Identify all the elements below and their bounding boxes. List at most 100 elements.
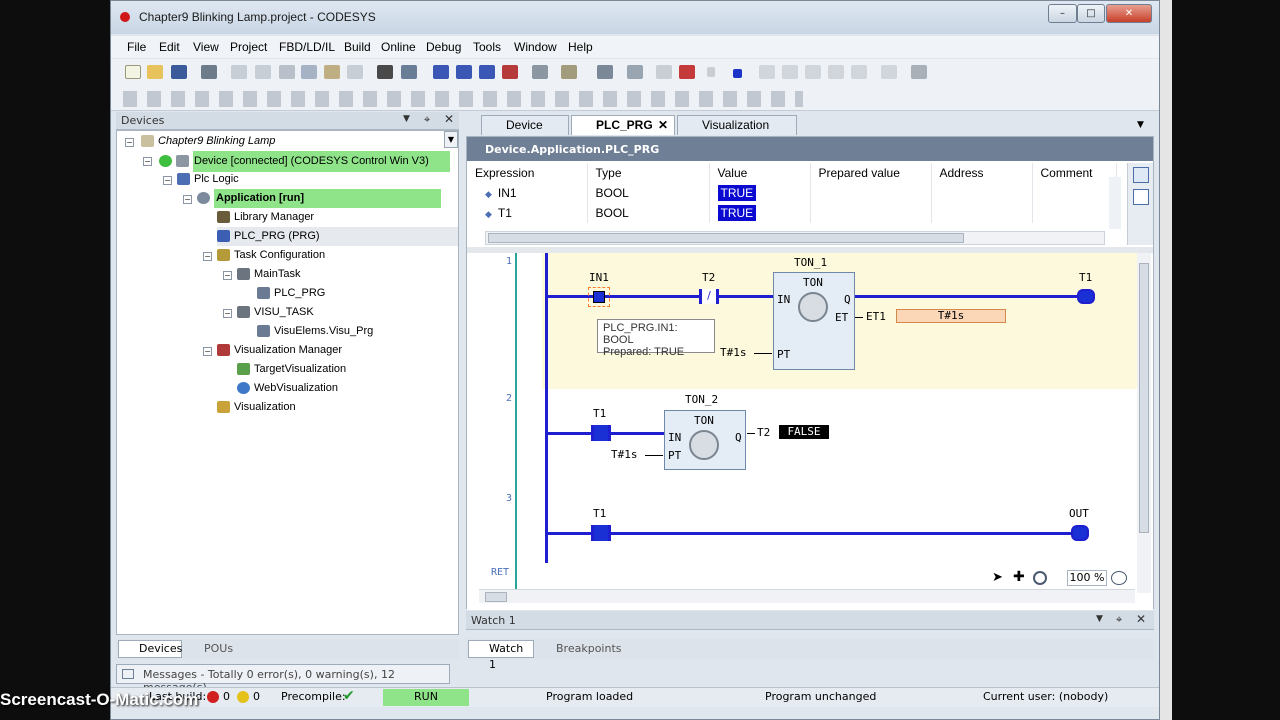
tree-item-visu-task[interactable]: VISU_TASK xyxy=(237,303,314,322)
table-view-icon[interactable] xyxy=(1133,189,1149,205)
close-button[interactable]: ✕ xyxy=(1106,4,1152,23)
start-icon[interactable] xyxy=(707,67,715,77)
menu-fbd-ld-il[interactable]: FBD/LD/IL xyxy=(279,40,335,54)
pointer-tool-icon[interactable]: ➤ xyxy=(992,571,1006,585)
collapse-toggle[interactable]: − xyxy=(203,252,212,261)
messages-bar[interactable]: Messages - Totally 0 error(s), 0 warning… xyxy=(116,664,450,694)
step-out-icon[interactable] xyxy=(805,65,821,79)
tab-devices[interactable]: Devices xyxy=(118,640,182,658)
logout-icon[interactable] xyxy=(679,65,695,79)
ton1-block[interactable]: TON IN Q ET PT xyxy=(773,272,855,370)
cut-icon[interactable] xyxy=(279,65,295,79)
copy-icon[interactable] xyxy=(301,65,317,79)
col-address[interactable]: Address xyxy=(931,163,1033,183)
step-into-icon[interactable] xyxy=(782,65,798,79)
build-icon[interactable] xyxy=(561,65,577,79)
coil-out[interactable] xyxy=(1071,525,1089,541)
contact-t2[interactable]: / xyxy=(699,289,719,304)
minimize-button[interactable]: – xyxy=(1048,4,1077,23)
tree-item-application[interactable]: Application [run] xyxy=(197,189,441,208)
collapse-toggle[interactable]: − xyxy=(163,176,172,185)
write-values-icon[interactable] xyxy=(911,65,927,79)
collapse-toggle[interactable]: − xyxy=(183,195,192,204)
run-to-cursor-icon[interactable] xyxy=(828,65,844,79)
close-panel-icon[interactable]: ✕ xyxy=(444,112,454,126)
tree-item-project[interactable]: Chapter9 Blinking Lamp xyxy=(141,132,275,151)
stop-icon[interactable] xyxy=(733,69,742,78)
dropdown-arrow-icon[interactable]: ▼ xyxy=(403,114,410,124)
maximize-button[interactable]: □ xyxy=(1077,4,1105,23)
table-row[interactable]: ◆ IN1 BOOL TRUE xyxy=(467,183,1117,203)
tree-item-maintask[interactable]: MainTask xyxy=(237,265,300,284)
col-value[interactable]: Value xyxy=(709,163,811,183)
tree-item-target-visualization[interactable]: TargetVisualization xyxy=(237,360,346,379)
zoom-dropdown-icon[interactable] xyxy=(1111,571,1127,585)
dropdown-arrow-icon[interactable]: ▼ xyxy=(1096,614,1103,624)
menu-help[interactable]: Help xyxy=(568,40,593,54)
open-folder-icon[interactable] xyxy=(147,65,163,79)
save-icon[interactable] xyxy=(171,65,187,79)
tree-item-maintask-plc-prg[interactable]: PLC_PRG xyxy=(257,284,325,303)
tree-item-visualization[interactable]: Visualization xyxy=(217,398,296,417)
col-comment[interactable]: Comment xyxy=(1032,163,1117,183)
tree-item-web-visualization[interactable]: WebVisualization xyxy=(237,379,338,398)
tree-item-plc-logic[interactable]: Plc Logic xyxy=(177,170,239,189)
zoom-level[interactable]: 100 % xyxy=(1067,570,1107,586)
window-icon[interactable] xyxy=(532,65,548,79)
pin-icon[interactable]: ⌖ xyxy=(424,113,430,127)
menu-online[interactable]: Online xyxy=(381,40,416,54)
collapse-toggle[interactable]: − xyxy=(223,309,232,318)
paste-icon[interactable] xyxy=(324,65,340,79)
tree-item-plc-prg[interactable]: PLC_PRG (PRG) xyxy=(217,227,458,246)
watch-scroll-thumb[interactable] xyxy=(488,233,964,243)
tree-item-task-configuration[interactable]: Task Configuration xyxy=(217,246,325,265)
device-icon[interactable] xyxy=(597,65,613,79)
redo-icon[interactable] xyxy=(255,65,271,79)
undo-icon[interactable] xyxy=(231,65,247,79)
tree-item-visuelems[interactable]: VisuElems.Visu_Prg xyxy=(257,322,373,341)
calculator-icon[interactable] xyxy=(627,65,643,79)
clear-breakpoints-icon[interactable] xyxy=(502,65,518,79)
set-next-statement-icon[interactable] xyxy=(851,65,867,79)
find-icon[interactable] xyxy=(377,65,393,79)
contact-t1[interactable] xyxy=(591,525,611,541)
replace-icon[interactable] xyxy=(401,65,417,79)
contact-in1[interactable] xyxy=(588,287,610,307)
step-icon[interactable] xyxy=(479,65,495,79)
menu-tools[interactable]: Tools xyxy=(473,40,501,54)
tree-scroll-button[interactable]: ▼ xyxy=(444,131,458,148)
col-type[interactable]: Type xyxy=(587,163,710,183)
menu-window[interactable]: Window xyxy=(514,40,557,54)
login-icon[interactable] xyxy=(656,65,672,79)
watch-vscroll[interactable] xyxy=(1109,177,1121,229)
step-over-icon[interactable] xyxy=(759,65,775,79)
zoom-icon[interactable] xyxy=(1033,571,1047,585)
toggle-breakpoint-icon[interactable] xyxy=(456,65,472,79)
tab-watch-1[interactable]: Watch 1 xyxy=(468,640,534,671)
menu-debug[interactable]: Debug xyxy=(426,40,461,54)
menu-view[interactable]: View xyxy=(193,40,219,54)
collapse-toggle[interactable]: − xyxy=(143,157,152,166)
pin-icon[interactable]: ⌖ xyxy=(1116,613,1122,627)
move-tool-icon[interactable]: ✚ xyxy=(1013,570,1027,585)
delete-icon[interactable] xyxy=(347,65,363,79)
ton2-block[interactable]: TON IN Q PT xyxy=(664,410,746,470)
tab-device[interactable]: Device xyxy=(481,115,569,135)
tabs-dropdown-icon[interactable]: ▼ xyxy=(1137,120,1144,130)
tree-item-visualization-manager[interactable]: Visualization Manager xyxy=(217,341,342,360)
tab-breakpoints[interactable]: Breakpoints xyxy=(538,641,622,657)
menu-project[interactable]: Project xyxy=(230,40,267,54)
tab-plc-prg[interactable]: PLC_PRG ✕ xyxy=(571,115,675,135)
close-tab-icon[interactable]: ✕ xyxy=(658,116,668,135)
col-expression[interactable]: Expression xyxy=(467,163,588,183)
ladder-vscroll[interactable] xyxy=(1137,253,1151,593)
menu-file[interactable]: File xyxy=(127,40,146,54)
menu-edit[interactable]: Edit xyxy=(159,40,180,54)
table-row[interactable]: ◆ T1 BOOL TRUE xyxy=(467,203,1117,223)
collapse-toggle[interactable]: − xyxy=(223,271,232,280)
tab-pous[interactable]: POUs xyxy=(186,641,233,657)
watch-scrollbar[interactable] xyxy=(485,231,1105,245)
force-values-icon[interactable] xyxy=(881,65,897,79)
collapse-toggle[interactable]: − xyxy=(203,347,212,356)
ladder-vscroll-thumb[interactable] xyxy=(1139,263,1149,533)
